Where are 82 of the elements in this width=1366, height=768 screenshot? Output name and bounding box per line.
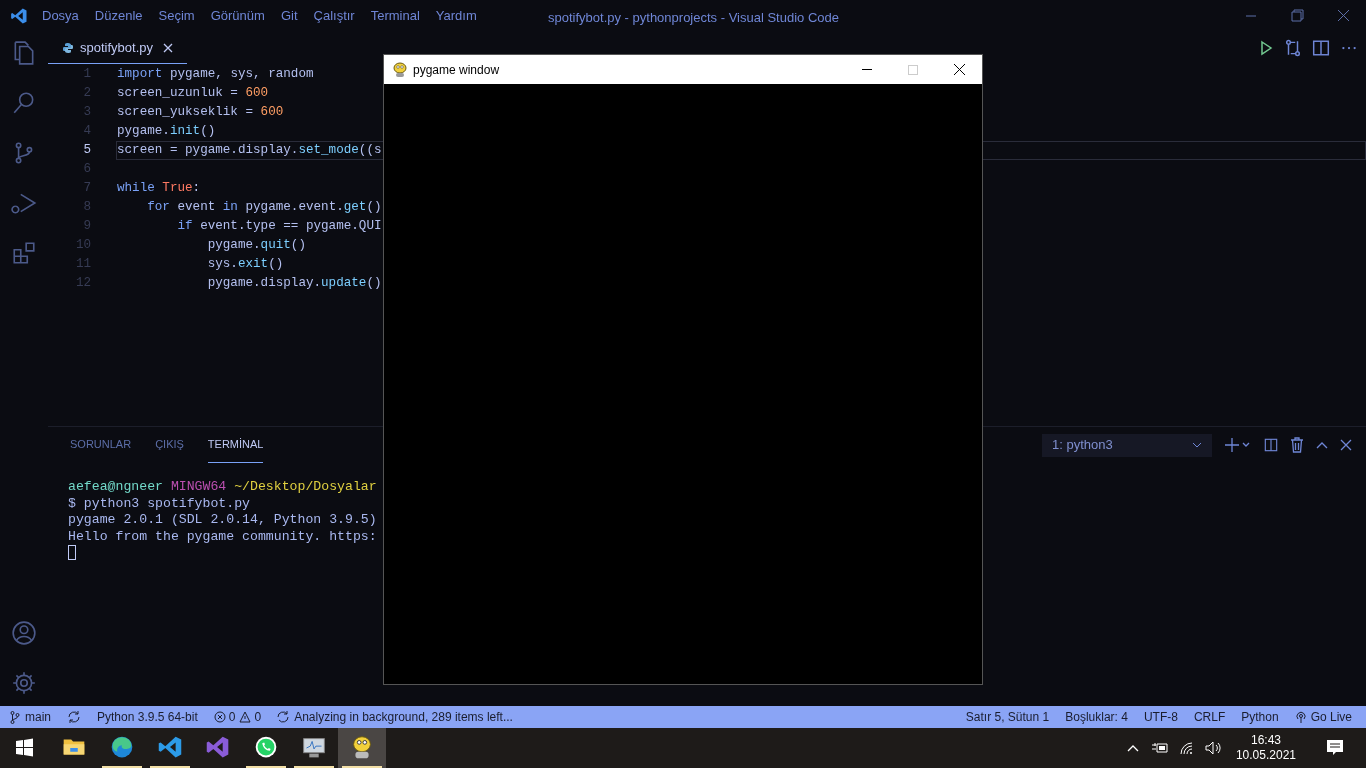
- account-icon[interactable]: [11, 620, 37, 646]
- menu-item[interactable]: Yardım: [435, 6, 477, 26]
- sync-icon: [277, 711, 290, 723]
- editor-tab[interactable]: spotifybot.py: [48, 32, 187, 64]
- terminal-line: Hello from the pygame community. https:: [68, 528, 377, 545]
- line-number: 5: [82, 142, 91, 160]
- line-number: 11: [74, 256, 91, 274]
- status-item[interactable]: Go Live: [1294, 708, 1352, 726]
- status-item[interactable]: UTF-8: [1143, 708, 1178, 726]
- menu-item[interactable]: Çalıştır: [313, 6, 355, 26]
- terminal-line: aefea@ngneer MINGW64 ~/Desktop/Dosyalar: [68, 479, 377, 496]
- branch-icon: [10, 710, 20, 724]
- line-number: 1: [82, 66, 91, 84]
- line-number: 9: [82, 218, 91, 236]
- new-terminal-icon[interactable]: [1224, 437, 1252, 453]
- pygame-window-title: pygame window: [413, 61, 500, 79]
- status-item[interactable]: Boşluklar: 4: [1065, 708, 1128, 726]
- terminal-line: pygame 2.0.1 (SDL 2.0.14, Python 3.9.5): [68, 512, 377, 529]
- maximize-panel-icon[interactable]: [1316, 441, 1328, 449]
- split-terminal-icon[interactable]: [1264, 438, 1278, 452]
- status-item[interactable]: Satır 5, Sütun 1: [965, 708, 1050, 726]
- code-line: screen_uzunluk = 600: [117, 85, 269, 103]
- python-file-icon: [62, 41, 74, 54]
- panel-tab[interactable]: ÇIKIŞ: [155, 427, 184, 463]
- code-line: for event in pygame.event.get(): [146, 199, 382, 217]
- line-number: 6: [82, 161, 91, 179]
- broadcast-icon: [1294, 710, 1307, 724]
- code-line: pygame.init(): [117, 123, 216, 141]
- close-panel-icon[interactable]: [1340, 439, 1352, 451]
- line-number: 4: [82, 123, 91, 141]
- split-editor-icon[interactable]: [1312, 39, 1330, 57]
- chevron-up-icon[interactable]: [1126, 744, 1139, 752]
- menu-item[interactable]: Düzenle: [94, 6, 143, 26]
- line-number: 8: [82, 199, 91, 217]
- menu-item[interactable]: Terminal: [370, 6, 420, 26]
- volume-icon[interactable]: [1204, 741, 1223, 755]
- menu-item[interactable]: Görünüm: [210, 6, 265, 26]
- window-title: spotifybot.py - pythonprojects - Visual Studio Code: [548, 9, 839, 27]
- menu-item[interactable]: Seçim: [158, 6, 195, 26]
- status-item[interactable]: Python: [1241, 708, 1279, 726]
- terminal-select[interactable]: 1: python3: [1042, 433, 1212, 457]
- code-line: screen_yukseklik = 600: [117, 104, 284, 122]
- close-icon[interactable]: [163, 42, 173, 53]
- status-item[interactable]: Analyzing in background, 289 items left...: [277, 708, 513, 726]
- wifi-icon[interactable]: [1178, 741, 1195, 755]
- line-number: 3: [82, 104, 91, 122]
- code-line: sys.exit(): [206, 256, 284, 274]
- line-number: 12: [74, 275, 91, 293]
- line-number: 2: [82, 85, 91, 103]
- trash-icon[interactable]: [1290, 437, 1304, 453]
- error-icon: [213, 711, 226, 723]
- code-line: pygame.display.update(): [206, 275, 382, 293]
- extensions-icon[interactable]: [11, 240, 37, 266]
- code-line: if event.type == pygame.QUI: [176, 218, 382, 236]
- panel-tab[interactable]: TERMİNAL: [207, 427, 264, 463]
- sync-icon[interactable]: [67, 711, 81, 723]
- taskbar-app[interactable]: [338, 728, 386, 768]
- status-item[interactable]: CRLF: [1193, 708, 1226, 726]
- battery-icon[interactable]: [1150, 742, 1169, 754]
- code-line: import pygame, sys, random: [117, 66, 314, 84]
- clock[interactable]: 16:43 10.05.2021: [1227, 733, 1304, 763]
- settings-icon[interactable]: [11, 670, 37, 696]
- menu-item[interactable]: Git: [280, 6, 298, 26]
- line-number: 10: [74, 237, 91, 255]
- line-number: 7: [82, 180, 91, 198]
- maximize-icon: [908, 64, 918, 75]
- code-line: screen = pygame.display.set_mode((s: [117, 142, 382, 160]
- menu-item[interactable]: Dosya: [42, 6, 79, 26]
- terminal-cursor: [68, 545, 76, 560]
- compare-changes-icon[interactable]: [1284, 39, 1302, 57]
- problems-indicator[interactable]: 0 0: [213, 708, 262, 726]
- run-icon[interactable]: [1258, 40, 1274, 56]
- status-item[interactable]: Python 3.9.5 64-bit: [97, 708, 198, 726]
- code-line: while True:: [117, 180, 201, 198]
- vscode-logo-icon: [10, 7, 28, 25]
- notifications-icon[interactable]: [1326, 739, 1344, 757]
- code-line: pygame.quit(): [206, 237, 306, 255]
- status-item[interactable]: main: [10, 708, 51, 726]
- warning-icon: [239, 711, 252, 723]
- chevron-down-icon: [1192, 442, 1202, 448]
- terminal-line: $ python3 spotifybot.py: [68, 495, 251, 512]
- panel-tab[interactable]: SORUNLAR: [70, 427, 132, 463]
